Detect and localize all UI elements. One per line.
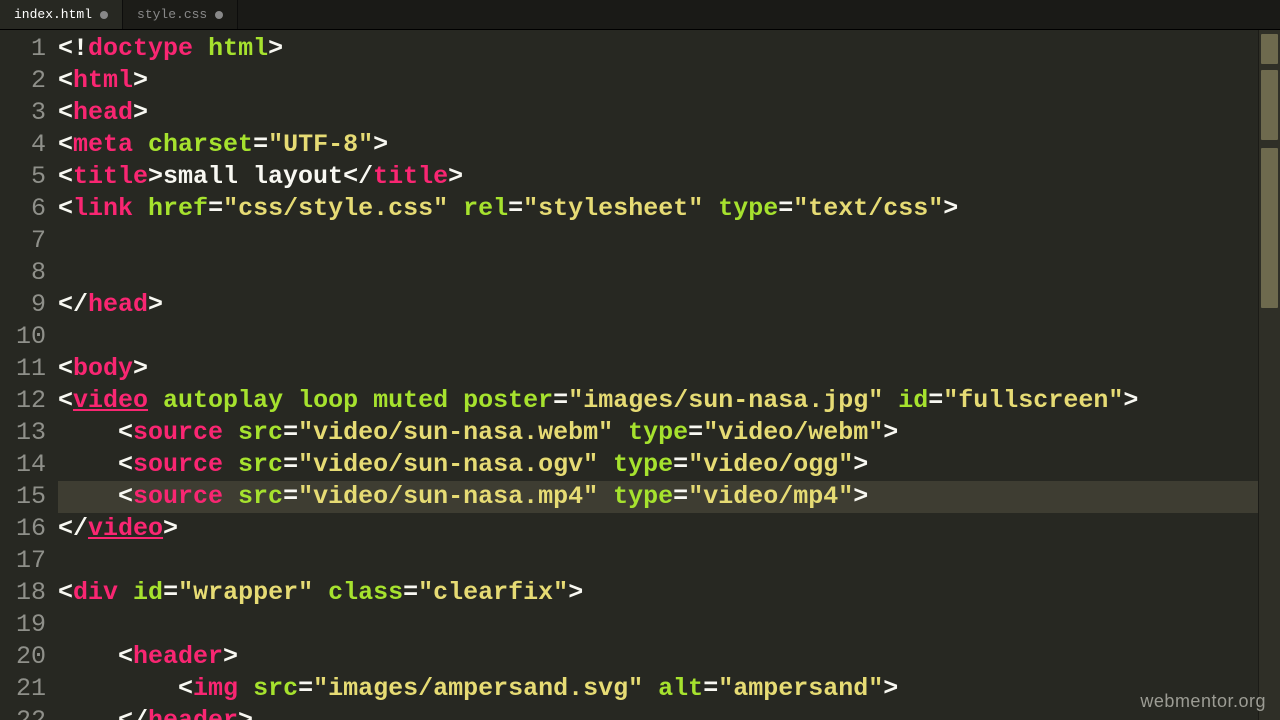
code-line[interactable]: <source src="video/sun-nasa.webm" type="… xyxy=(58,417,1258,449)
dirty-indicator-icon xyxy=(100,11,108,19)
line-number: 2 xyxy=(0,65,58,97)
code-line[interactable] xyxy=(58,609,1258,641)
line-number: 5 xyxy=(0,161,58,193)
minimap-region xyxy=(1261,70,1278,140)
tab-label: index.html xyxy=(14,7,92,22)
code-line[interactable]: <header> xyxy=(58,641,1258,673)
code-line[interactable]: <source src="video/sun-nasa.ogv" type="v… xyxy=(58,449,1258,481)
line-number: 12 xyxy=(0,385,58,417)
line-number: 14 xyxy=(0,449,58,481)
code-line[interactable]: <html> xyxy=(58,65,1258,97)
line-number: 16 xyxy=(0,513,58,545)
code-line[interactable]: </header> xyxy=(58,705,1258,720)
line-number-gutter: 12345678910111213141516171819202122 xyxy=(0,30,58,720)
tab-bar: index.html style.css xyxy=(0,0,1280,30)
code-line[interactable]: </video> xyxy=(58,513,1258,545)
code-line[interactable]: <head> xyxy=(58,97,1258,129)
code-line[interactable]: <link href="css/style.css" rel="styleshe… xyxy=(58,193,1258,225)
line-number: 18 xyxy=(0,577,58,609)
line-number: 13 xyxy=(0,417,58,449)
dirty-indicator-icon xyxy=(215,11,223,19)
line-number: 17 xyxy=(0,545,58,577)
line-number: 19 xyxy=(0,609,58,641)
code-line[interactable]: <img src="images/ampersand.svg" alt="amp… xyxy=(58,673,1258,705)
line-number: 21 xyxy=(0,673,58,705)
tab-label: style.css xyxy=(137,7,207,22)
code-line[interactable]: <body> xyxy=(58,353,1258,385)
line-number: 9 xyxy=(0,289,58,321)
line-number: 4 xyxy=(0,129,58,161)
line-number: 7 xyxy=(0,225,58,257)
code-line[interactable]: <video autoplay loop muted poster="image… xyxy=(58,385,1258,417)
tab-index-html[interactable]: index.html xyxy=(0,0,123,29)
minimap-region xyxy=(1261,34,1278,64)
line-number: 22 xyxy=(0,705,58,720)
code-area[interactable]: <!doctype html><html><head><meta charset… xyxy=(58,30,1258,720)
code-line[interactable]: <div id="wrapper" class="clearfix"> xyxy=(58,577,1258,609)
code-line[interactable] xyxy=(58,225,1258,257)
code-line[interactable] xyxy=(58,545,1258,577)
line-number: 8 xyxy=(0,257,58,289)
code-line[interactable] xyxy=(58,257,1258,289)
code-line[interactable]: <!doctype html> xyxy=(58,33,1258,65)
code-line[interactable]: <title>small layout</title> xyxy=(58,161,1258,193)
line-number: 15 xyxy=(0,481,58,513)
code-line[interactable] xyxy=(58,321,1258,353)
tab-style-css[interactable]: style.css xyxy=(123,0,238,29)
line-number: 10 xyxy=(0,321,58,353)
minimap[interactable] xyxy=(1258,30,1280,720)
minimap-region xyxy=(1261,148,1278,308)
code-line[interactable]: <source src="video/sun-nasa.mp4" type="v… xyxy=(58,481,1258,513)
line-number: 1 xyxy=(0,33,58,65)
line-number: 11 xyxy=(0,353,58,385)
line-number: 3 xyxy=(0,97,58,129)
code-line[interactable]: <meta charset="UTF-8"> xyxy=(58,129,1258,161)
code-line[interactable]: </head> xyxy=(58,289,1258,321)
line-number: 6 xyxy=(0,193,58,225)
editor: 12345678910111213141516171819202122 <!do… xyxy=(0,30,1280,720)
line-number: 20 xyxy=(0,641,58,673)
watermark-text: webmentor.org xyxy=(1140,691,1266,712)
